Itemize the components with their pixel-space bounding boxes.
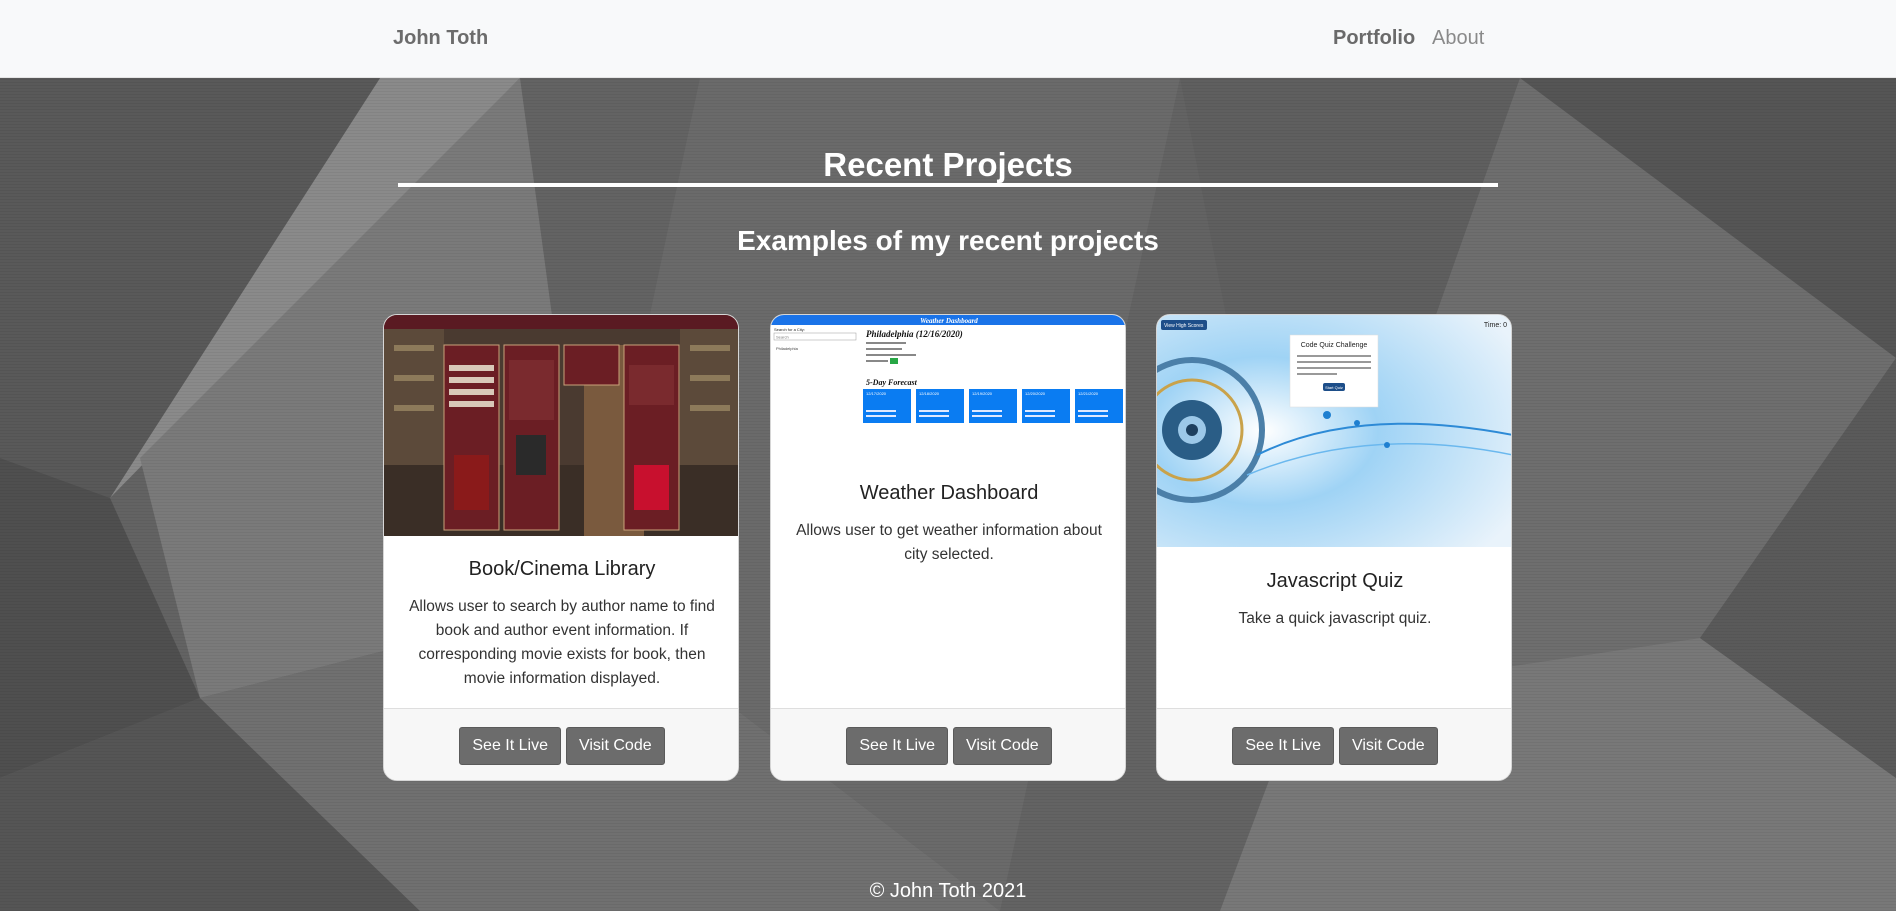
card-footer: See It Live Visit Code — [384, 708, 738, 780]
weather-forecast-heading: 5-Day Forecast — [866, 378, 918, 387]
see-it-live-button[interactable]: See It Live — [846, 726, 948, 765]
project-card-quiz: View High Scores Time: 0 Code Quiz Chall… — [1156, 314, 1512, 781]
forecast-day-2: 12/18/2020 — [919, 391, 940, 396]
project-title: Javascript Quiz — [1266, 570, 1404, 592]
nav-link-portfolio[interactable]: Portfolio — [1333, 27, 1415, 50]
project-screenshot-weather: Weather Dashboard Search for a City: Sea… — [771, 315, 1125, 435]
project-title: Weather Dashboard — [859, 482, 1039, 504]
visit-code-button[interactable]: Visit Code — [565, 726, 665, 765]
card-body: Weather Dashboard Allows user to get wea… — [771, 482, 1125, 567]
section-title: Recent Projects — [823, 146, 1073, 183]
brand-name[interactable]: John Toth — [393, 27, 488, 50]
project-card-book-cinema: Book/Cinema Library Allows user to searc… — [383, 314, 739, 781]
card-footer: See It Live Visit Code — [1157, 708, 1511, 780]
weather-search-placeholder: Search — [776, 335, 789, 340]
project-description: Allows user to get weather information a… — [796, 522, 1102, 563]
quiz-start-button: Start Quiz — [1325, 385, 1343, 390]
project-title: Book/Cinema Library — [468, 558, 656, 580]
see-it-live-button[interactable]: See It Live — [459, 726, 561, 765]
forecast-day-5: 12/21/2020 — [1078, 391, 1099, 396]
quiz-card-title: Code Quiz Challenge — [1301, 342, 1368, 349]
nav-link-about[interactable]: About — [1432, 27, 1484, 50]
see-it-live-button[interactable]: See It Live — [1232, 726, 1334, 765]
title-underline — [398, 183, 1498, 187]
project-screenshot-quiz: View High Scores Time: 0 Code Quiz Chall… — [1157, 315, 1511, 547]
card-footer: See It Live Visit Code — [771, 708, 1125, 780]
section-subtitle: Examples of my recent projects — [737, 225, 1159, 256]
weather-city-item: Philadelphia — [776, 346, 799, 351]
weather-city-heading: Philadelphia (12/16/2020) — [866, 329, 963, 339]
weather-search-label: Search for a City: — [774, 327, 805, 332]
quiz-timer: Time: 0 — [1484, 322, 1507, 329]
weather-app-title: Weather Dashboard — [920, 317, 978, 325]
top-navbar: John Toth Portfolio About — [0, 0, 1896, 78]
forecast-day-4: 12/20/2020 — [1025, 391, 1046, 396]
card-body: Javascript Quiz Take a quick javascript … — [1157, 570, 1511, 631]
forecast-day-1: 12/17/2020 — [866, 391, 887, 396]
quiz-high-scores-link: View High Scores — [1164, 323, 1204, 329]
forecast-day-3: 12/19/2020 — [972, 391, 993, 396]
project-description: Take a quick javascript quiz. — [1238, 610, 1432, 627]
visit-code-button[interactable]: Visit Code — [952, 726, 1052, 765]
footer-copyright: © John Toth 2021 — [869, 880, 1027, 902]
project-card-weather: Weather Dashboard Search for a City: Sea… — [770, 314, 1126, 781]
visit-code-button[interactable]: Visit Code — [1338, 726, 1438, 765]
card-body: Book/Cinema Library Allows user to searc… — [384, 558, 738, 691]
project-description: Allows user to search by author name to … — [409, 598, 715, 687]
project-screenshot-book-cinema — [384, 315, 738, 536]
